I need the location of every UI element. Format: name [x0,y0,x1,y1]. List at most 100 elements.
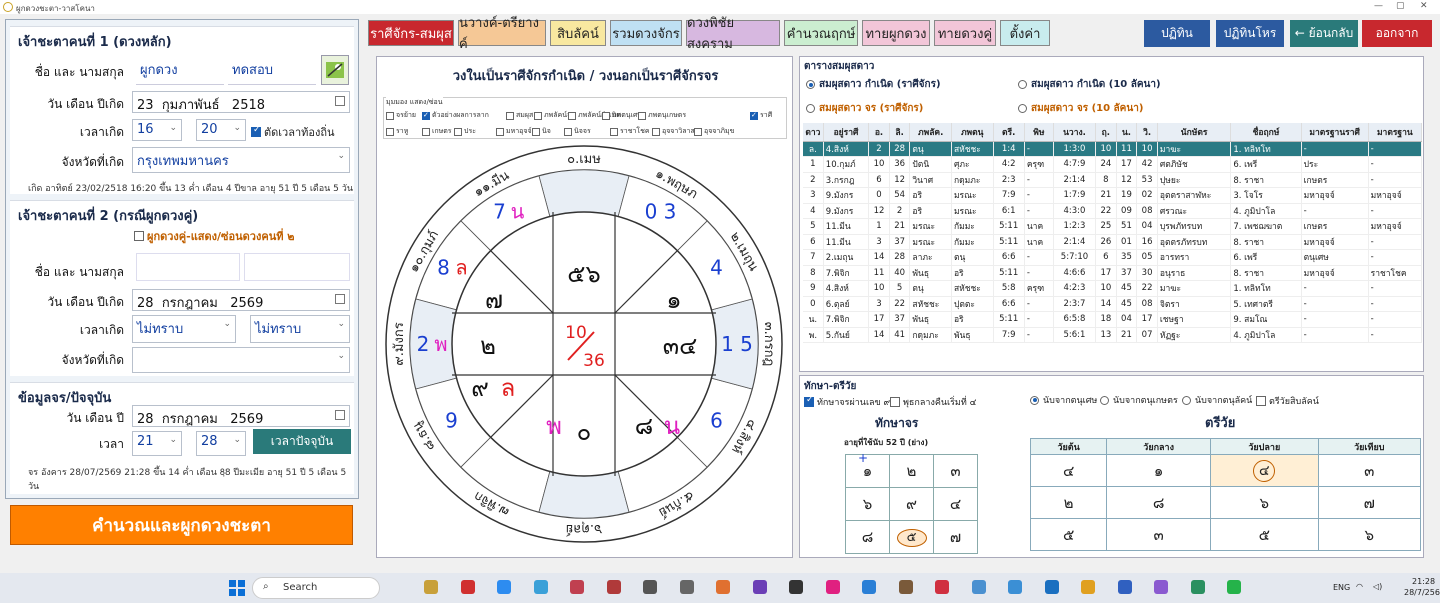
table-row[interactable]: 9 4.สิงห์ 10 5 ตนุ สหัชชะ 5:8 ครุฑ 4:2:3 10 45 22 มา… [803,280,1423,297]
column-header[interactable]: มาตรฐาน [1368,123,1423,142]
radio-dot[interactable] [1100,395,1109,405]
table-row[interactable]: 4 9.มังกร 12 2 อริ มรณะ 6:1-4:3:0 22 09 08 ศรวณะ 4.… [803,203,1423,219]
province-select-2[interactable]: ⌄ [132,347,350,373]
birth-hour-select-2[interactable]: ไม่ทราบ ⌄ [132,315,236,343]
checkbox-box[interactable] [750,111,758,120]
clock-time[interactable]: 21:28 [1412,577,1435,586]
checkbox-box[interactable] [134,231,144,241]
view-option[interactable]: มหาอุจจ์ [496,126,532,137]
checkbox-box[interactable] [251,125,261,137]
pair-chart-toggle[interactable]: ผูกดวงคู่-แสดง/ซ่อนดวงคนที่ ๒ [134,227,295,245]
view-option[interactable]: สมผุส [506,110,533,121]
view-option[interactable]: ประ [454,126,476,137]
app-icon[interactable] [825,580,840,594]
taksa-option[interactable]: พุธกลางคืนเริ่มที่ ๔ [890,395,976,409]
view-option[interactable]: ภพตนุเกษตร [638,110,686,121]
app-icon[interactable] [898,580,913,594]
birth-minute-select-2[interactable]: ไม่ทราบ ⌄ [250,315,350,343]
view-option[interactable]: จรย้าย [386,110,416,121]
calculate-button[interactable]: คำนวณและผูกดวงชะตา [10,505,353,545]
column-header[interactable]: พิษ [1024,123,1054,142]
browser-icon[interactable] [533,580,548,594]
table-row[interactable]: 1 10.กุมภ์ 10 36 ปัตนิ ศุภะ 4:2 ครุฑ 4:7:9 24 17 42… [803,156,1423,173]
app-icon[interactable] [1044,580,1059,594]
tab-6[interactable]: ทายผูกดวง [862,20,930,46]
calendar-icon[interactable] [335,410,345,420]
checkbox-box[interactable] [638,111,646,120]
checkbox-box[interactable] [534,111,542,120]
volume-icon[interactable]: ◁) [1373,582,1382,591]
windows-start-icon[interactable] [228,579,246,597]
checkbox-box[interactable] [386,127,394,136]
radio-dot[interactable] [1018,80,1027,89]
column-header[interactable]: ดาว [803,123,824,142]
clock-icon[interactable] [643,580,657,594]
checkbox-box[interactable] [602,111,610,120]
table-row[interactable]: 3 9.มังกร 0 54 อริ มรณะ 7:9-1:7:9 21 19 02 อุตตราส… [803,187,1423,204]
taksa-count-radio[interactable]: นับจากตนุลัคน์ [1182,393,1252,407]
view-option[interactable]: อุจจาวิลาส [652,126,695,137]
app-icon[interactable] [1008,580,1022,594]
column-header[interactable]: อ. [868,123,890,142]
calendar-icon[interactable] [335,96,345,106]
line-icon[interactable] [1227,580,1241,594]
taksa-count-radio[interactable]: นับจากตนุเกษตร [1100,393,1178,407]
checkbox-box[interactable] [568,111,576,120]
view-option[interactable]: ตัวอย่างผลการลาก [422,110,489,121]
birth-date-input-2[interactable]: 28 กรกฎาคม 2569 [132,289,350,311]
tab-1[interactable]: นวางค์-ตรียางค์ [458,16,546,52]
tab-3[interactable]: รวมดวงจักร [610,20,682,46]
view-option[interactable]: นิจ [532,126,551,137]
chrome-icon[interactable] [497,580,511,594]
column-header[interactable]: ภพตนุ [951,123,994,142]
app-icon[interactable] [1190,580,1205,594]
app-icon[interactable] [935,580,949,594]
table-row[interactable]: 2 3.กรกฎ 6 12 วินาศ กดุมภะ 2:3-2:1:4 8 12 53 ปุษยะ… [803,172,1423,188]
checkbox-box[interactable] [694,127,702,136]
column-header[interactable]: ชื่อฤกษ์ [1230,123,1302,142]
view-option[interactable]: ภพตนุเศษ [602,110,642,121]
view-option[interactable]: ราศี [750,110,772,121]
table-row[interactable]: 0 6.ตุลย์ 3 22 สหัชชะ ปุตตะ 6:6-2:3:7 14 45 08 จิต… [803,296,1423,312]
tab-7[interactable]: ทายดวงคู่ [934,20,996,46]
calendar-icon[interactable] [335,294,345,304]
table-row[interactable]: 7 2.เมถุน 14 28 ลาภะ ตนุ 6:6-5:7:10 6 35 05 อารทรา… [803,249,1423,266]
top-button-0[interactable]: ปฏิทิน [1144,20,1210,47]
minimize-icon[interactable]: — [1374,1,1383,11]
column-header[interactable]: มาตรฐานราศี [1301,123,1369,142]
column-header[interactable]: นักษัตร [1157,123,1232,142]
table-row[interactable]: ล. 4.สิงห์ 2 28 ตนุ สหัชชะ 1:4-1:3:0 10 11 10 มาฆะ… [803,141,1423,157]
app-icon[interactable] [1154,580,1168,594]
table-row[interactable]: 8 7.พิจิก 11 40 พันธุ อริ 5:11-4:6:6 17 37 30 อนุร… [803,265,1423,281]
app-icon[interactable] [570,580,584,594]
tab-5[interactable]: คำนวณฤกษ์ [784,20,858,46]
top-button-3[interactable]: ออกจาก [1362,20,1432,47]
tab-8[interactable]: ตั้งค่า [1000,20,1050,46]
checkbox-box[interactable] [506,111,514,120]
column-header[interactable]: น. [1116,123,1138,142]
view-option[interactable]: ราชาโชค [610,126,650,137]
transit-date-input[interactable]: 28 กรกฎาคม 2569 [132,405,350,427]
column-header[interactable]: ตรี. [993,123,1025,142]
table-mode-radio[interactable]: สมผุสดาว กำเนิด (ราศีจักร) [806,77,941,92]
checkbox-box[interactable] [386,111,394,120]
app-icon[interactable] [424,580,438,594]
view-option[interactable]: นิจจร [564,126,591,137]
last-name-input-2[interactable] [244,253,350,281]
photo-icon[interactable] [321,55,349,85]
first-name-input[interactable]: ผูกดวง [136,57,224,85]
app-icon[interactable] [1081,580,1095,594]
taksa-count-radio[interactable]: นับจากตนุเศษ [1030,393,1097,407]
radio-dot[interactable] [1018,104,1027,113]
table-row[interactable]: 6 11.มีน 3 37 มรณะ กัมมะ 5:11 นาค 2:1:4 26 01 16 อุต… [803,234,1423,250]
checkbox-box[interactable] [496,127,504,136]
radio-dot[interactable] [806,80,815,89]
view-option[interactable]: เกษตร [422,126,452,137]
clock-icon[interactable] [679,580,694,594]
view-option[interactable]: ราหู [386,126,408,137]
birth-date-input[interactable]: 23 กุมภาพันธ์ 2518 [132,91,350,113]
table-mode-radio[interactable]: สมผุสดาว จร (ราศีจักร) [806,101,923,116]
clock-date[interactable]: 28/7/2569 [1404,588,1440,597]
checkbox-box[interactable] [890,397,900,407]
app-icon[interactable] [606,580,621,594]
